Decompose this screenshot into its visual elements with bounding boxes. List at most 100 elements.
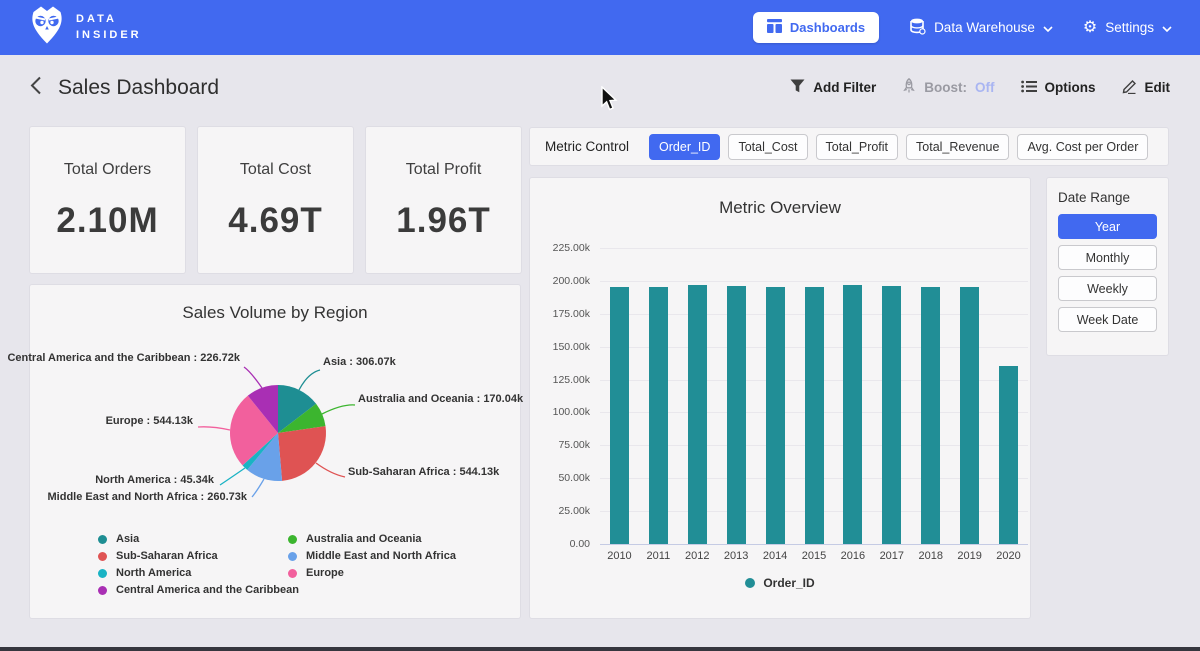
boost-toggle[interactable]: Boost: Off xyxy=(902,78,994,97)
pie-slice-label: Sub-Saharan Africa : 544.13k xyxy=(348,466,499,478)
pie-legend-item[interactable]: Australia and Oceania xyxy=(288,533,456,545)
bar-2020[interactable] xyxy=(999,366,1018,544)
bar-2015[interactable] xyxy=(805,287,824,544)
bar-2016[interactable] xyxy=(843,285,862,544)
edit-button[interactable]: Edit xyxy=(1122,79,1171,97)
y-axis-tick: 100.00k xyxy=(530,406,590,418)
bar-2017[interactable] xyxy=(882,286,901,544)
legend-label: Order_ID xyxy=(763,576,814,590)
bar-2019[interactable] xyxy=(960,287,979,544)
legend-dot xyxy=(288,552,297,561)
legend-dot xyxy=(745,578,755,588)
date-range-label: Date Range xyxy=(1058,190,1157,205)
legend-dot xyxy=(98,552,107,561)
metric-option-total-revenue[interactable]: Total_Revenue xyxy=(906,134,1009,160)
dashboard-grid-icon xyxy=(767,19,782,36)
pie-legend-item[interactable]: Sub-Saharan Africa xyxy=(98,550,299,562)
x-axis-tick: 2011 xyxy=(638,550,678,562)
bar-2018[interactable] xyxy=(921,287,940,544)
chevron-down-icon xyxy=(1162,20,1172,35)
x-axis-tick: 2018 xyxy=(911,550,951,562)
kpi-card-total-profit: Total Profit 1.96T xyxy=(366,127,521,273)
x-axis-tick: 2020 xyxy=(989,550,1029,562)
metric-option-order-id[interactable]: Order_ID xyxy=(649,134,720,160)
nav-dashboards[interactable]: Dashboards xyxy=(753,12,879,43)
nav-data-warehouse-label: Data Warehouse xyxy=(934,20,1035,35)
back-button[interactable] xyxy=(30,76,42,100)
nav-settings-label: Settings xyxy=(1105,20,1154,35)
pie-legend-column-1: Asia Sub-Saharan Africa North America Centr… xyxy=(98,533,299,596)
nav-dashboards-label: Dashboards xyxy=(790,20,865,35)
pie-legend-item[interactable]: North America xyxy=(98,567,299,579)
pencil-icon xyxy=(1122,79,1137,97)
pie-slice-label: Europe : 544.13k xyxy=(106,415,193,427)
pie-legend-item[interactable]: Central America and the Caribbean xyxy=(98,584,299,596)
pie-slice-label: Australia and Oceania : 170.04k xyxy=(358,393,523,405)
legend-label: Asia xyxy=(116,533,139,545)
pie-slice-sub-saharan-africa[interactable] xyxy=(278,426,326,481)
chevron-down-icon xyxy=(1043,20,1053,35)
y-axis-tick: 0.00 xyxy=(530,538,590,550)
add-filter-button[interactable]: Add Filter xyxy=(790,79,876,96)
pie-callout-line xyxy=(244,367,262,388)
pie-callout-line xyxy=(220,468,245,485)
x-axis-tick: 2016 xyxy=(833,550,873,562)
metric-option-avg-cost-per-order[interactable]: Avg. Cost per Order xyxy=(1017,134,1148,160)
legend-label: Middle East and North Africa xyxy=(306,550,456,562)
bar-2010[interactable] xyxy=(610,287,629,544)
date-range-monthly[interactable]: Monthly xyxy=(1058,245,1157,270)
page-header: Sales Dashboard Add Filter Boost xyxy=(0,55,1200,120)
pie-slice-label: Asia : 306.07k xyxy=(323,356,396,368)
metric-option-total-profit[interactable]: Total_Profit xyxy=(816,134,899,160)
pie-slice-label: Middle East and North Africa : 260.73k xyxy=(48,491,247,503)
metric-option-total-cost[interactable]: Total_Cost xyxy=(728,134,807,160)
bar-2012[interactable] xyxy=(688,285,707,544)
date-range-week-date[interactable]: Week Date xyxy=(1058,307,1157,332)
legend-label: Central America and the Caribbean xyxy=(116,584,299,596)
metric-control-label: Metric Control xyxy=(545,139,629,154)
pie-legend-item[interactable]: Middle East and North Africa xyxy=(288,550,456,562)
y-axis-tick: 175.00k xyxy=(530,308,590,320)
x-axis-tick: 2017 xyxy=(872,550,912,562)
legend-label: North America xyxy=(116,567,191,579)
metric-control-options: Order_ID Total_Cost Total_Profit Total_Reve… xyxy=(649,134,1148,160)
kpi-label: Total Cost xyxy=(240,161,311,179)
pie-legend-item[interactable]: Europe xyxy=(288,567,456,579)
bar-2014[interactable] xyxy=(766,287,785,544)
rocket-icon xyxy=(902,78,916,97)
bar-2013[interactable] xyxy=(727,286,746,544)
x-axis-tick: 2014 xyxy=(755,550,795,562)
nav-settings[interactable]: ⚙ Settings xyxy=(1083,20,1172,36)
sales-volume-pie-card: Sales Volume by Region AsiaSub-Saharan A… xyxy=(30,285,520,618)
pie-callout-line xyxy=(299,370,320,390)
bar-chart-legend[interactable]: Order_ID xyxy=(530,576,1030,590)
boost-state: Off xyxy=(975,80,995,95)
y-axis-tick: 225.00k xyxy=(530,242,590,254)
x-axis-tick: 2012 xyxy=(677,550,717,562)
pie-legend-item[interactable]: Asia xyxy=(98,533,299,545)
app-window: DATA INSIDER Dashboards xyxy=(0,0,1200,651)
y-axis-tick: 75.00k xyxy=(530,439,590,451)
date-range-weekly[interactable]: Weekly xyxy=(1058,276,1157,301)
legend-label: Australia and Oceania xyxy=(306,533,422,545)
x-axis-tick: 2019 xyxy=(950,550,990,562)
y-axis-tick: 125.00k xyxy=(530,374,590,386)
bottom-edge-strip xyxy=(0,647,1200,651)
options-button[interactable]: Options xyxy=(1021,80,1096,96)
kpi-value: 4.69T xyxy=(228,201,323,241)
date-range-panel: Date Range Year Monthly Weekly Week Date xyxy=(1047,178,1168,355)
pie-callout-line xyxy=(252,479,264,497)
bar-plot: 225.00k200.00k175.00k150.00k125.00k100.0… xyxy=(600,248,1028,544)
pie-callout-line xyxy=(316,463,345,477)
date-range-year[interactable]: Year xyxy=(1058,214,1157,239)
kpi-value: 1.96T xyxy=(396,201,491,241)
legend-label: Europe xyxy=(306,567,344,579)
nav-data-warehouse[interactable]: Data Warehouse xyxy=(909,18,1053,38)
kpi-label: Total Profit xyxy=(406,161,482,179)
kpi-label: Total Orders xyxy=(64,161,151,179)
metric-overview-chart-card: Metric Overview 225.00k200.00k175.00k150… xyxy=(530,178,1030,618)
bar-2011[interactable] xyxy=(649,287,668,544)
gridline xyxy=(600,281,1028,282)
gear-icon: ⚙ xyxy=(1083,20,1097,36)
gridline xyxy=(600,544,1028,545)
